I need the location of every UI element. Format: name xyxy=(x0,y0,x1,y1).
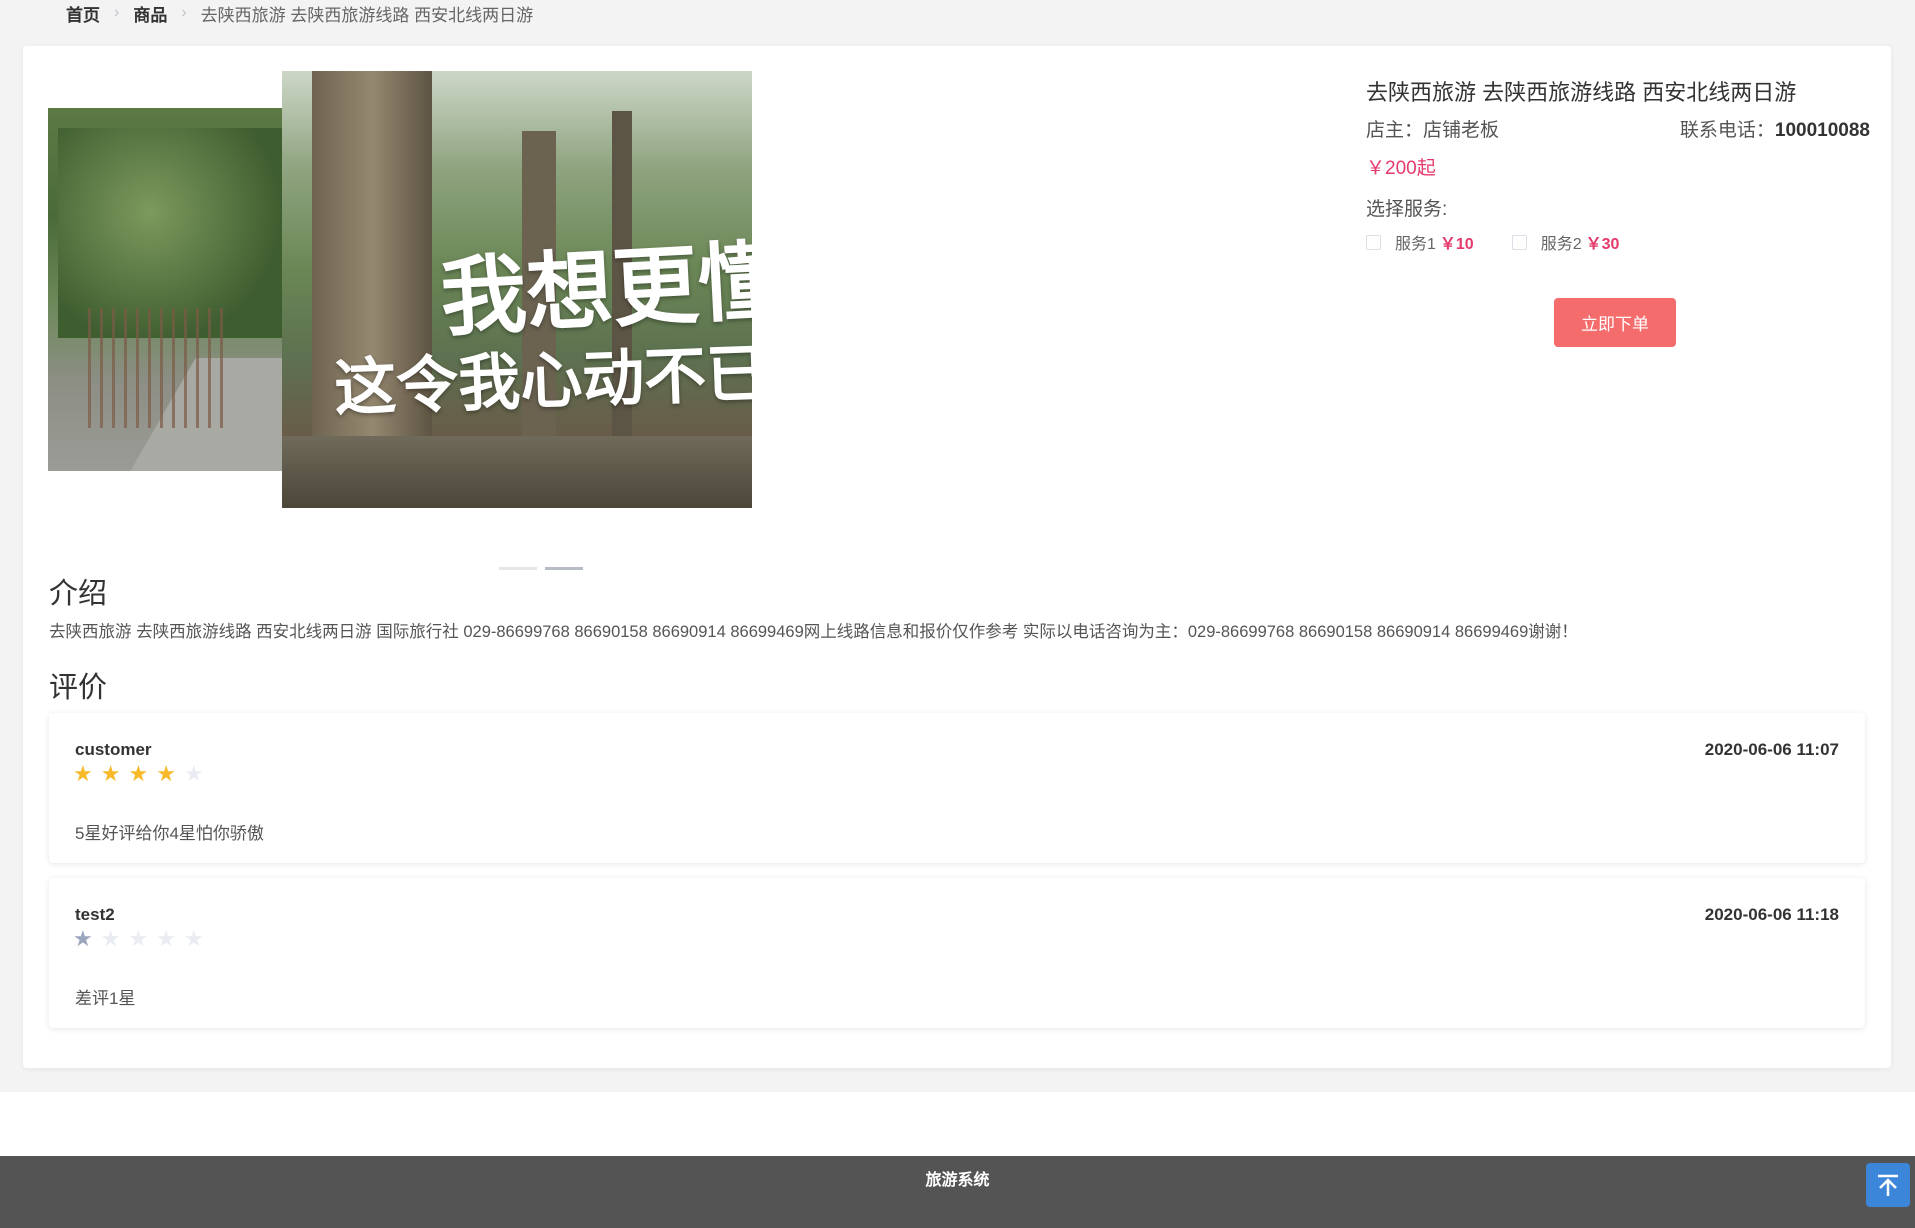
carousel-slide-previous[interactable] xyxy=(48,108,288,471)
star-icon: ★ xyxy=(128,761,149,786)
chevron-right-icon: › xyxy=(181,4,187,21)
star-icon: ★ xyxy=(100,761,121,786)
owner-row: 店主：店铺老板 联系电话：100010088 xyxy=(1366,116,1870,146)
order-now-button[interactable]: 立即下单 xyxy=(1554,298,1676,347)
product-price: ￥200起 xyxy=(1366,158,1436,179)
owner-name: 店铺老板 xyxy=(1423,120,1500,141)
service-1-checkbox[interactable] xyxy=(1366,234,1381,250)
review-rating: ★ ★ ★ ★ ★ xyxy=(73,761,204,787)
carousel-indicators xyxy=(499,567,583,570)
review-comment: 5星好评给你4星怕你骄傲 xyxy=(75,824,264,843)
product-detail-card: 我想更懂 这令我心动不已的 去陕西旅游 去陕西旅游线路 西安北线两日游 店主：店… xyxy=(23,46,1891,1068)
carousel-indicator-2[interactable] xyxy=(545,567,583,570)
arrow-up-to-top-icon xyxy=(1878,1174,1898,1196)
review-date: 2020-06-06 11:07 xyxy=(1704,740,1839,759)
intro-text: 去陕西旅游 去陕西旅游线路 西安北线两日游 国际旅行社 029-86699768… xyxy=(49,623,1578,641)
carousel-slide-active[interactable]: 我想更懂 这令我心动不已的 xyxy=(282,71,752,508)
star-icon: ★ xyxy=(100,926,121,951)
services-label: 选择服务: xyxy=(1366,199,1448,220)
breadcrumb-home-link[interactable]: 首页 xyxy=(66,1,100,26)
service-option-1[interactable]: 服务1 ￥10 xyxy=(1366,230,1474,254)
service-1-price: ￥10 xyxy=(1439,236,1474,253)
footer-text: 旅游系统 xyxy=(925,1172,990,1189)
product-info: 去陕西旅游 去陕西旅游线路 西安北线两日游 店主：店铺老板 联系电话：10001… xyxy=(1366,76,1870,347)
breadcrumb: 首页 › 商品 › 去陕西旅游 去陕西旅游线路 西安北线两日游 xyxy=(66,0,533,26)
phone-label: 联系电话： xyxy=(1679,120,1775,141)
slide-tree-image xyxy=(58,128,288,338)
carousel-indicator-1[interactable] xyxy=(499,567,537,570)
star-icon: ★ xyxy=(73,761,93,786)
service-option-2[interactable]: 服务2 ￥30 xyxy=(1511,230,1620,254)
service-2-text: 服务2 ￥30 xyxy=(1541,230,1620,254)
owner-label: 店主： xyxy=(1366,120,1424,141)
image-carousel[interactable]: 我想更懂 这令我心动不已的 xyxy=(48,71,758,571)
review-comment: 差评1星 xyxy=(75,989,136,1008)
service-options: 服务1 ￥10 服务2 ￥30 xyxy=(1366,230,1870,254)
slide-fence-image xyxy=(88,308,228,428)
breadcrumb-goods-link[interactable]: 商品 xyxy=(133,1,167,26)
intro-title: 介绍 xyxy=(49,578,108,610)
phone-number: 100010088 xyxy=(1774,120,1870,141)
service-1-name: 服务1 xyxy=(1395,236,1436,253)
service-2-price: ￥30 xyxy=(1585,236,1620,253)
back-to-top-button[interactable] xyxy=(1866,1163,1910,1207)
service-1-text: 服务1 ￥10 xyxy=(1395,230,1474,254)
star-icon: ★ xyxy=(183,926,204,951)
chevron-right-icon: › xyxy=(114,4,120,21)
service-2-name: 服务2 xyxy=(1540,236,1582,253)
star-icon: ★ xyxy=(156,926,176,951)
star-icon: ★ xyxy=(73,926,93,951)
reviews-title: 评价 xyxy=(49,672,108,704)
product-title: 去陕西旅游 去陕西旅游线路 西安北线两日游 xyxy=(1366,80,1797,105)
review-user: test2 xyxy=(75,905,115,924)
site-footer: 旅游系统 xyxy=(0,1156,1915,1228)
review-card: test2 2020-06-06 11:18 ★ ★ ★ ★ ★ 差评1星 xyxy=(49,878,1865,1028)
star-icon: ★ xyxy=(156,761,176,786)
phone-info: 联系电话：100010088 xyxy=(1680,116,1870,146)
star-icon: ★ xyxy=(183,761,204,786)
review-date: 2020-06-06 11:18 xyxy=(1704,905,1839,924)
owner-info: 店主：店铺老板 xyxy=(1366,116,1499,146)
review-user: customer xyxy=(75,740,152,759)
review-card: customer 2020-06-06 11:07 ★ ★ ★ ★ ★ 5星好评… xyxy=(49,713,1865,863)
review-rating: ★ ★ ★ ★ ★ xyxy=(73,926,204,952)
star-icon: ★ xyxy=(128,926,149,951)
breadcrumb-current: 去陕西旅游 去陕西旅游线路 西安北线两日游 xyxy=(200,5,534,25)
slide-caption-line2: 这令我心动不已的 xyxy=(333,334,752,425)
slide-ground-image xyxy=(282,436,752,508)
service-2-checkbox[interactable] xyxy=(1511,234,1527,250)
page-bottom-spacer xyxy=(0,1092,1915,1156)
